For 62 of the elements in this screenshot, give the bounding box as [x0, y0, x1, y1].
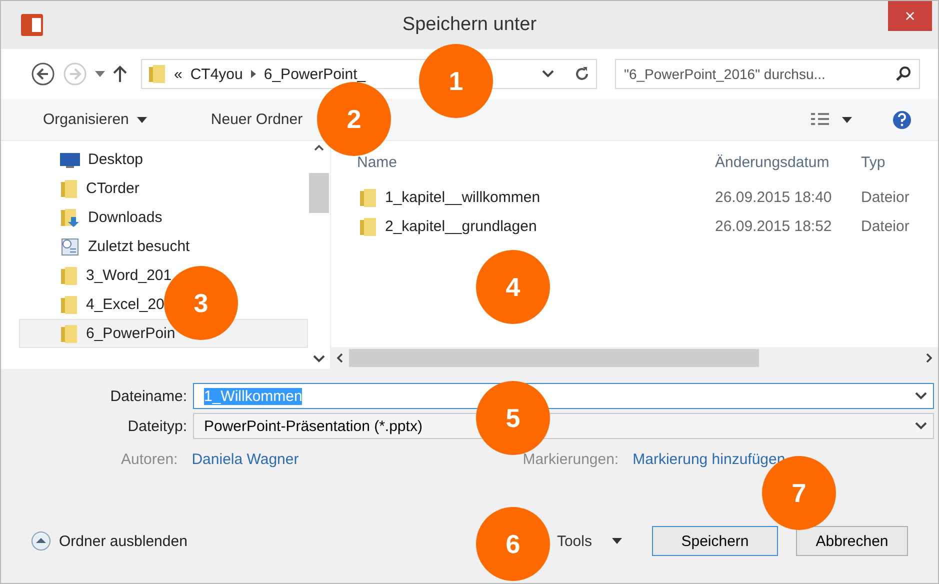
help-button[interactable] [892, 110, 912, 130]
folder-icon [60, 294, 78, 314]
breadcrumb-item[interactable]: 6_PowerPoint_ [264, 66, 366, 82]
monitor-icon [60, 150, 80, 168]
sidebar-item[interactable]: Desktop [19, 145, 150, 174]
refresh-icon[interactable] [574, 66, 590, 82]
list-view-icon[interactable] [810, 112, 830, 128]
field-label: Autoren: [121, 451, 178, 468]
caret-icon [612, 538, 622, 544]
recent-places-icon [60, 236, 80, 256]
breadcrumb-item[interactable]: « [174, 66, 182, 82]
field-label: Dateityp: [126, 418, 187, 434]
scrollbar-thumb[interactable] [309, 173, 329, 213]
folder-icon [359, 216, 377, 236]
sidebar-item[interactable]: CTorder [19, 174, 146, 203]
history-dropdown-button[interactable] [95, 71, 105, 77]
scroll-right-icon[interactable] [926, 353, 932, 363]
author-link[interactable]: Daniela Wagner [192, 451, 299, 468]
save-button[interactable]: Speichern [652, 526, 778, 556]
folder-icon [60, 324, 78, 344]
scroll-left-icon[interactable] [337, 353, 343, 363]
scrollbar-thumb[interactable] [349, 349, 759, 367]
sidebar-item[interactable]: Downloads [19, 203, 170, 232]
chevron-down-icon [915, 392, 927, 400]
column-header[interactable]: Änderungsdatum [691, 154, 857, 170]
chevron-down-icon [542, 70, 554, 78]
type-cell-text: Dateior [860, 189, 910, 206]
scroll-up-icon[interactable] [314, 145, 324, 151]
hide-folders-button[interactable]: Ordner ausblenden [31, 531, 188, 551]
collapse-icon [31, 531, 51, 551]
column-header[interactable]: Typ [857, 154, 937, 170]
new-folder-button[interactable]: Neuer Ordner [198, 107, 315, 132]
field-label: Dateiname: [109, 388, 187, 404]
breadcrumb-arrow-icon [250, 70, 256, 78]
date-cell-text: 26.09.2015 18:40 [714, 189, 833, 206]
add-tag-link[interactable]: Markierung hinzufügen [632, 451, 786, 468]
file-name-cell[interactable]: 2_kapitel__grundlagen [331, 216, 691, 236]
window-title: Speichern unter [401, 14, 538, 36]
up-button[interactable] [113, 65, 127, 83]
date-cell-text: 26.09.2015 18:52 [714, 218, 833, 235]
search-field[interactable]: "6_PowerPoint_2016" durchsu... [615, 59, 920, 89]
search-icon [896, 66, 912, 82]
organize-menu-button[interactable]: Organisieren [31, 107, 159, 132]
sidebar-item[interactable]: Zuletzt besucht [19, 232, 197, 261]
cancel-button[interactable]: Abbrechen [796, 526, 908, 556]
type-cell-text: Dateior [860, 218, 910, 235]
number-badge: 6 [476, 507, 550, 581]
app-logo-icon [21, 14, 43, 36]
caret-icon [842, 116, 852, 122]
caret-icon [136, 116, 147, 122]
folder-icon [148, 64, 166, 84]
folder-icon [60, 266, 78, 286]
folder-icon [359, 188, 377, 208]
file-name-cell[interactable]: 1_kapitel__willkommen [331, 188, 691, 208]
folder-icon [60, 178, 78, 198]
column-header[interactable]: Name [331, 154, 691, 170]
back-button[interactable] [31, 62, 55, 86]
scroll-down-icon [313, 355, 325, 363]
chevron-down-icon [915, 422, 927, 430]
breadcrumb-item[interactable]: CT4you [190, 66, 243, 82]
download-folder-icon [60, 208, 80, 228]
close-button[interactable]: × [888, 1, 932, 31]
